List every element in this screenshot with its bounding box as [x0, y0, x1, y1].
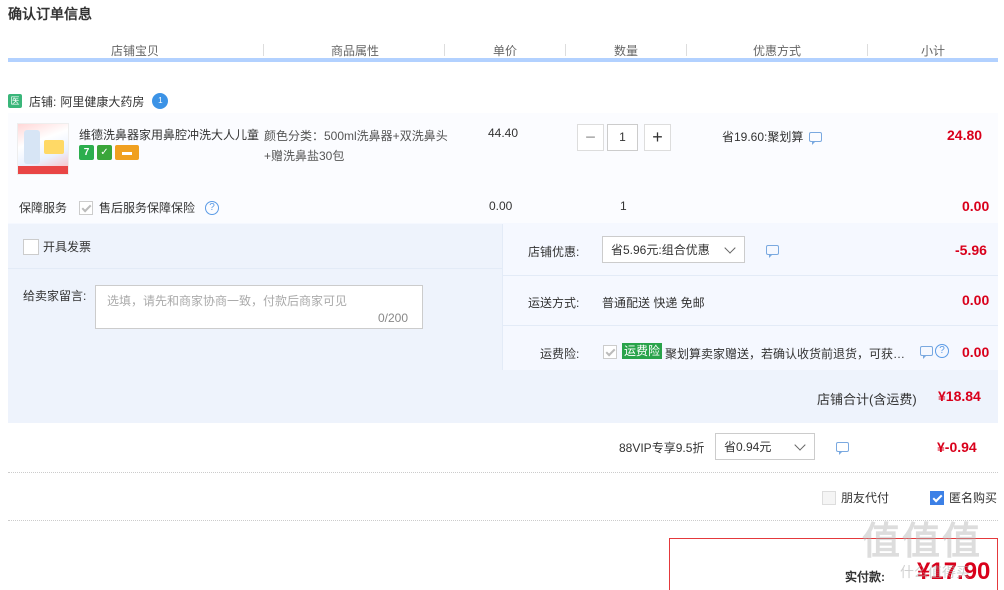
- chevron-down-icon: [794, 438, 806, 451]
- message-label: 给卖家留言:: [23, 289, 87, 303]
- friend-pay-checkbox[interactable]: [822, 490, 836, 505]
- message-icon[interactable]: [809, 131, 823, 145]
- column-header-price: 单价: [492, 44, 517, 58]
- header-divider: [565, 44, 566, 56]
- anonymous-purchase-label: 匿名购买: [949, 491, 998, 505]
- shop-discount-selected: 省5.96元:组合优惠: [611, 243, 710, 257]
- service-option-label: 售后服务保障保险: [99, 201, 196, 215]
- message-icon[interactable]: [836, 442, 849, 455]
- divider: [503, 275, 998, 276]
- vip-discount-row: [8, 423, 998, 473]
- invoice-label: 开具发票: [43, 240, 92, 254]
- insurance-label: 运费险:: [540, 347, 580, 361]
- header-bar: [8, 58, 998, 62]
- unit-price: 44.40: [488, 126, 519, 140]
- credit-card-icon: ▬: [115, 145, 139, 160]
- page-title: 确认订单信息: [8, 6, 92, 22]
- header-divider: [867, 44, 868, 56]
- header-divider: [686, 44, 687, 56]
- shop-chat-badge-icon[interactable]: 1: [152, 93, 169, 109]
- vip-discount-label: 88VIP专享9.5折: [619, 441, 705, 455]
- service-help: ?: [205, 199, 219, 215]
- service-subtotal: 0.00: [962, 198, 990, 214]
- insurance-value: 0.00: [962, 344, 990, 360]
- quantity-decrease-button[interactable]: −: [577, 124, 604, 151]
- insurance-checkbox[interactable]: [603, 344, 617, 359]
- message-icon[interactable]: [766, 245, 779, 258]
- vip-discount-value: ¥-0.94: [937, 439, 977, 455]
- help-icon[interactable]: ?: [935, 344, 949, 358]
- shop-total-value: ¥18.84: [938, 388, 981, 404]
- invoice-option: 开具发票: [23, 238, 91, 255]
- seller-message-counter: 0/200: [378, 311, 409, 325]
- item-subtotal: 24.80: [947, 127, 983, 143]
- anonymous-purchase-checkbox[interactable]: [930, 490, 944, 505]
- anonymous-purchase-option: 匿名购买: [930, 489, 997, 506]
- help-icon[interactable]: ?: [205, 201, 219, 215]
- quantity-increase-button[interactable]: +: [644, 124, 671, 151]
- shop-name[interactable]: 阿里健康大药房: [60, 93, 144, 110]
- service-quantity: 1: [620, 199, 627, 213]
- product-thumbnail-bottle: [24, 130, 40, 164]
- shop-discount-select[interactable]: 省5.96元:组合优惠: [602, 236, 745, 263]
- quantity-stepper: − 1 +: [577, 124, 671, 151]
- service-label: 保障服务: [19, 201, 68, 215]
- service-price: 0.00: [489, 199, 513, 213]
- column-header-subtotal: 小计: [920, 44, 945, 58]
- shop-discount-value: -5.96: [955, 242, 987, 258]
- header-divider: [263, 44, 264, 56]
- friend-pay-label: 朋友代付: [841, 491, 890, 505]
- insurance-tag: 运费险: [622, 343, 663, 359]
- shop-total-label: 店铺合计(含运费): [817, 392, 917, 407]
- vip-discount-select[interactable]: 省0.94元: [715, 433, 815, 460]
- product-name-link[interactable]: 维德洗鼻器家用鼻腔冲洗大人儿童: [79, 126, 259, 143]
- seller-message-placeholder: 选填，请先和商家协商一致，付款后商家可见: [107, 294, 348, 308]
- service-checkbox[interactable]: [79, 200, 93, 215]
- shop-discount-message: [760, 244, 779, 258]
- message-icon[interactable]: [920, 346, 933, 359]
- service-option: 售后服务保障保险: [79, 199, 195, 216]
- divider: [8, 268, 502, 269]
- vip-message: [830, 441, 849, 455]
- friend-pay-option: 朋友代付: [822, 489, 889, 506]
- shop-discount-label: 店铺优惠:: [528, 245, 580, 259]
- column-header-attribute: 商品属性: [330, 44, 379, 58]
- shipping-label: 运送方式:: [528, 296, 580, 310]
- insurance-description: 聚划算卖家赠送，若确认收货前退货，可获得运费险赔付: [665, 347, 913, 361]
- authentic-guarantee-icon: ✓: [97, 145, 112, 160]
- promo-text: 省19.60:聚划算: [722, 130, 804, 144]
- product-thumbnail-band: [18, 166, 68, 174]
- seven-day-return-icon: 7: [79, 145, 94, 160]
- header-divider: [444, 44, 445, 56]
- vip-discount-selected: 省0.94元: [724, 440, 772, 454]
- column-header-shop-item: 店铺宝贝: [110, 44, 159, 58]
- shipping-value: 0.00: [962, 292, 990, 308]
- insurance-icons: ?: [920, 344, 949, 359]
- shop-type-icon: 医: [8, 94, 22, 108]
- insurance-checkbox-wrapper: [603, 344, 617, 359]
- shop-label: 店铺:: [29, 94, 57, 109]
- product-thumbnail-box: [44, 140, 64, 154]
- site-watermark-text: 什么值得买: [900, 564, 970, 580]
- site-watermark-logo: 值值值: [862, 521, 983, 563]
- payment-label: 实付款:: [845, 570, 885, 584]
- invoice-checkbox[interactable]: [23, 238, 39, 255]
- promo-info: 省19.60:聚划算: [722, 128, 823, 145]
- shop-row: 医 店铺: 阿里健康大药房 1: [8, 90, 169, 112]
- quantity-input[interactable]: 1: [607, 124, 638, 151]
- column-header-quantity: 数量: [613, 44, 638, 58]
- product-attribute: 颜色分类：500ml洗鼻器+双洗鼻头+赠洗鼻盐30包: [264, 129, 448, 163]
- column-header-discount: 优惠方式: [752, 44, 801, 58]
- shipping-method: 普通配送 快递 免邮: [602, 296, 705, 310]
- product-service-tags: 7 ✓ ▬: [79, 145, 139, 160]
- chevron-down-icon: [724, 241, 736, 254]
- divider: [503, 325, 998, 326]
